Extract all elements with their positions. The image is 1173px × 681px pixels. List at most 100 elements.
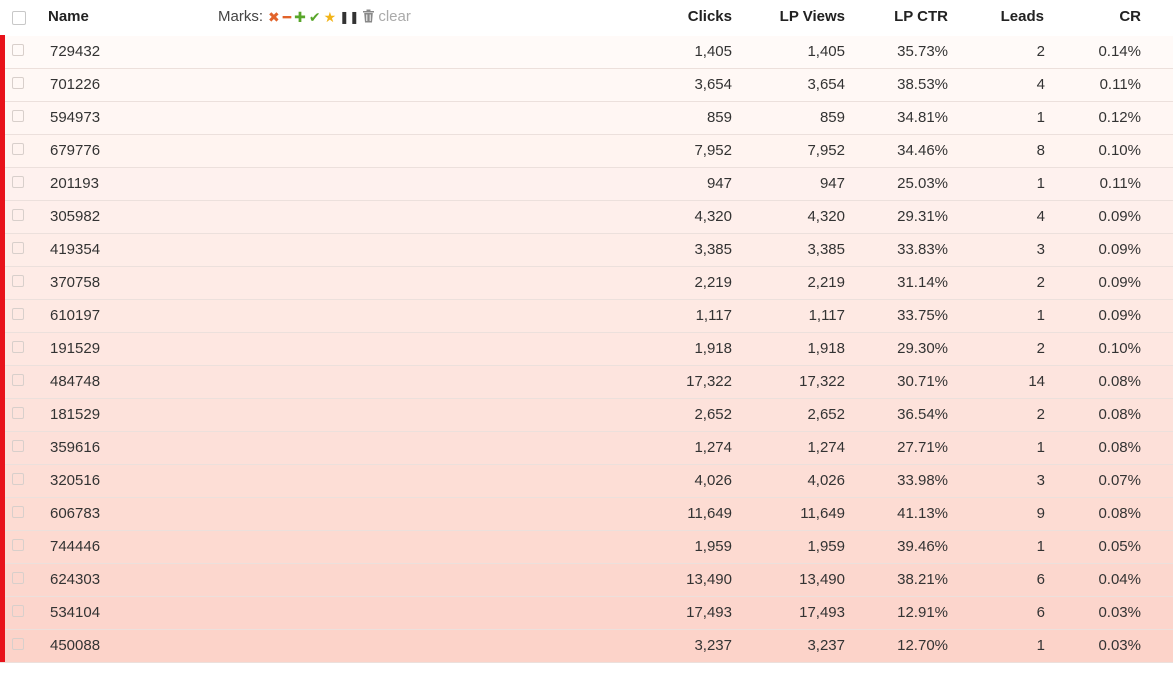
cell-lp-ctr: 34.81% (897, 109, 948, 126)
cell-clicks: 1,274 (694, 439, 732, 456)
row-checkbox[interactable] (12, 374, 24, 386)
cell-lp-views: 4,026 (807, 472, 845, 489)
cell-name: 181529 (50, 406, 101, 423)
cell-lp-ctr: 33.75% (897, 307, 948, 324)
table-row[interactable]: 359616 1,274 1,274 27.71% 1 0.08% (0, 431, 1173, 465)
cell-leads: 2 (1036, 274, 1045, 291)
cell-lp-views: 859 (819, 109, 845, 126)
cell-leads: 1 (1036, 439, 1045, 456)
cell-leads: 1 (1036, 175, 1045, 192)
table-row[interactable]: 679776 7,952 7,952 34.46% 8 0.10% (0, 134, 1173, 168)
row-checkbox[interactable] (12, 506, 24, 518)
cell-name: 320516 (50, 472, 101, 489)
pause-icon[interactable]: ❚❚ (339, 11, 359, 23)
cell-lp-views: 947 (819, 175, 845, 192)
table-row[interactable]: 484748 17,322 17,322 30.71% 14 0.08% (0, 365, 1173, 399)
row-checkbox[interactable] (12, 572, 24, 584)
cell-leads: 14 (1028, 373, 1045, 390)
cell-lp-views: 1,918 (807, 340, 845, 357)
x-icon[interactable]: ✖ (268, 10, 280, 24)
table-row[interactable]: 594973 859 859 34.81% 1 0.12% (0, 101, 1173, 135)
cell-lp-ctr: 39.46% (897, 538, 948, 555)
cell-cr: 0.09% (1098, 274, 1141, 291)
row-checkbox[interactable] (12, 407, 24, 419)
column-header-lp-ctr[interactable]: LP CTR (894, 8, 948, 25)
cell-leads: 1 (1036, 307, 1045, 324)
row-checkbox[interactable] (12, 539, 24, 551)
column-header-name[interactable]: Name (48, 8, 89, 25)
clear-marks-link[interactable]: clear (378, 8, 411, 25)
cell-name: 534104 (50, 604, 101, 621)
table-row[interactable]: 534104 17,493 17,493 12.91% 6 0.03% (0, 596, 1173, 630)
row-checkbox[interactable] (12, 143, 24, 155)
table-row[interactable]: 624303 13,490 13,490 38.21% 6 0.04% (0, 563, 1173, 597)
table-row[interactable]: 701226 3,654 3,654 38.53% 4 0.11% (0, 68, 1173, 102)
row-checkbox[interactable] (12, 638, 24, 650)
cell-lp-views: 2,652 (807, 406, 845, 423)
cell-name: 419354 (50, 241, 101, 258)
column-header-lp-views[interactable]: LP Views (780, 8, 845, 25)
table-row[interactable]: 181529 2,652 2,652 36.54% 2 0.08% (0, 398, 1173, 432)
row-checkbox[interactable] (12, 308, 24, 320)
cell-clicks: 11,649 (687, 505, 732, 522)
row-checkbox[interactable] (12, 473, 24, 485)
column-header-clicks[interactable]: Clicks (688, 8, 732, 25)
marks-toolbar: Marks: ✖ ━ ✚ ✔ ★ ❚❚ clear (218, 8, 411, 25)
column-header-cr[interactable]: CR (1119, 8, 1141, 25)
cell-cr: 0.11% (1099, 76, 1141, 93)
cell-cr: 0.10% (1098, 142, 1141, 159)
row-checkbox[interactable] (12, 77, 24, 89)
column-header-leads[interactable]: Leads (1001, 8, 1044, 25)
cell-lp-views: 1,274 (807, 439, 845, 456)
trash-icon[interactable] (362, 9, 375, 25)
table-row[interactable]: 305982 4,320 4,320 29.31% 4 0.09% (0, 200, 1173, 234)
cell-cr: 0.07% (1098, 472, 1141, 489)
marks-label: Marks: (218, 8, 263, 25)
table-row[interactable]: 191529 1,918 1,918 29.30% 2 0.10% (0, 332, 1173, 366)
cell-lp-ctr: 29.31% (897, 208, 948, 225)
cell-leads: 3 (1036, 241, 1045, 258)
table-row[interactable]: 450088 3,237 3,237 12.70% 1 0.03% (0, 629, 1173, 663)
row-checkbox[interactable] (12, 209, 24, 221)
table-row[interactable]: 370758 2,219 2,219 31.14% 2 0.09% (0, 266, 1173, 300)
cell-name: 744446 (50, 538, 101, 555)
cell-cr: 0.08% (1098, 373, 1141, 390)
table-row[interactable]: 729432 1,405 1,405 35.73% 2 0.14% (0, 35, 1173, 69)
table-row[interactable]: 610197 1,117 1,117 33.75% 1 0.09% (0, 299, 1173, 333)
cell-name: 191529 (50, 340, 101, 357)
cell-lp-ctr: 30.71% (897, 373, 948, 390)
cell-name: 201193 (50, 175, 99, 192)
table-row[interactable]: 606783 11,649 11,649 41.13% 9 0.08% (0, 497, 1173, 531)
cell-clicks: 1,959 (694, 538, 732, 555)
plus-icon[interactable]: ✚ (294, 10, 306, 24)
table-row[interactable]: 320516 4,026 4,026 33.98% 3 0.07% (0, 464, 1173, 498)
row-checkbox[interactable] (12, 242, 24, 254)
row-checkbox[interactable] (12, 275, 24, 287)
cell-lp-views: 7,952 (807, 142, 845, 159)
row-checkbox[interactable] (12, 605, 24, 617)
minus-icon[interactable]: ━ (283, 10, 291, 24)
cell-leads: 4 (1036, 208, 1045, 225)
table-row[interactable]: 744446 1,959 1,959 39.46% 1 0.05% (0, 530, 1173, 564)
cell-cr: 0.05% (1098, 538, 1141, 555)
table-row[interactable]: 201193 947 947 25.03% 1 0.11% (0, 167, 1173, 201)
cell-lp-ctr: 38.53% (897, 76, 948, 93)
cell-name: 679776 (50, 142, 101, 159)
cell-cr: 0.11% (1099, 175, 1141, 192)
select-all-checkbox[interactable] (12, 11, 26, 25)
cell-lp-views: 2,219 (807, 274, 845, 291)
row-checkbox[interactable] (12, 44, 24, 56)
row-checkbox[interactable] (12, 440, 24, 452)
star-icon[interactable]: ★ (324, 10, 337, 24)
check-icon[interactable]: ✔ (309, 10, 321, 24)
row-checkbox[interactable] (12, 341, 24, 353)
row-checkbox[interactable] (12, 176, 24, 188)
cell-leads: 1 (1036, 538, 1045, 555)
cell-name: 729432 (50, 43, 101, 60)
cell-cr: 0.10% (1098, 340, 1141, 357)
cell-clicks: 13,490 (686, 571, 732, 588)
cell-leads: 2 (1036, 406, 1045, 423)
table-row[interactable]: 419354 3,385 3,385 33.83% 3 0.09% (0, 233, 1173, 267)
row-checkbox[interactable] (12, 110, 24, 122)
cell-clicks: 4,026 (694, 472, 732, 489)
